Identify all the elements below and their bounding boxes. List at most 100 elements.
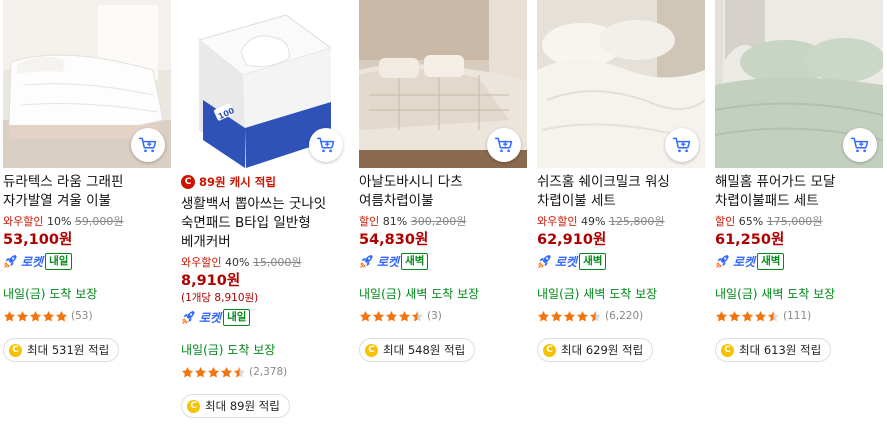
discount-label: 할인 — [715, 215, 736, 228]
cart-icon — [850, 135, 870, 155]
product-title[interactable]: 쉬즈홈 쉐이크밀크 워싱 차렵이불 세트 — [537, 173, 705, 211]
rocket-icon — [181, 309, 197, 325]
discount-row: 할인 81% 300,200원 — [359, 213, 527, 230]
rocket-delivery-badge: 로켓 새벽 — [359, 252, 429, 270]
discount-label: 와우할인 — [537, 215, 578, 228]
cash-icon: C — [181, 175, 195, 189]
reward-badge: C 최대 89원 적립 — [181, 394, 290, 418]
star-icon — [372, 310, 385, 323]
delivery-info: 내일(금) 새벽 도착 보장 — [537, 287, 658, 301]
rocket-delivery-badge: 로켓 새벽 — [537, 252, 607, 270]
star-icon — [563, 310, 576, 323]
unit-price: (1개당 8,910원) — [181, 292, 259, 304]
discount-percent: 49% — [580, 215, 606, 228]
rocket-sub-tag: 내일 — [223, 308, 251, 326]
discount-label: 와우할인 — [3, 215, 44, 228]
star-icon — [42, 310, 55, 323]
original-price: 300,200원 — [410, 215, 467, 228]
reward-badge: C 최대 548원 적립 — [359, 338, 476, 362]
discount-row: 와우할인 49% 125,800원 — [537, 213, 705, 230]
sale-price: 54,830원 — [359, 232, 429, 248]
rocket-label: 로켓 — [555, 254, 578, 269]
product-title[interactable]: 아날도바시니 다츠 여름차렵이불 — [359, 173, 527, 211]
discount-percent: 81% — [382, 215, 408, 228]
product-image-mint-bedding[interactable] — [715, 0, 883, 168]
product-card[interactable]: 쉬즈홈 쉐이크밀크 워싱 차렵이불 세트 와우할인 49% 125,800원 6… — [537, 0, 705, 362]
original-price: 125,800원 — [608, 215, 665, 228]
rocket-label: 로켓 — [21, 254, 44, 269]
rocket-label: 로켓 — [199, 310, 222, 325]
add-to-cart-button[interactable] — [843, 128, 877, 162]
rating: (3) — [359, 309, 527, 323]
original-price: 59,000원 — [74, 215, 124, 228]
product-card[interactable]: 해밀홈 퓨어가드 모달 차렵이불패드 세트 할인 65% 175,000원 61… — [715, 0, 883, 362]
coin-icon: C — [9, 343, 22, 357]
star-icon — [576, 310, 589, 323]
product-title[interactable]: 듀라텍스 라움 그래핀 자가발열 겨울 이불 — [3, 173, 171, 211]
discount-row: 와우할인 40% 15,000원 — [181, 254, 349, 271]
cart-icon — [672, 135, 692, 155]
product-image-bed-duvet[interactable] — [3, 0, 171, 168]
rocket-sub-tag: 새벽 — [579, 252, 607, 270]
star-icon — [754, 310, 767, 323]
product-card[interactable]: 듀라텍스 라움 그래핀 자가발열 겨울 이불 와우할인 10% 59,000원 … — [3, 0, 171, 362]
rocket-icon — [359, 253, 375, 269]
discount-label: 할인 — [359, 215, 380, 228]
reward-text: 최대 629원 적립 — [561, 343, 644, 357]
star-half-icon — [767, 310, 780, 323]
star-icon — [207, 366, 220, 379]
cart-icon — [494, 135, 514, 155]
rocket-icon — [3, 253, 19, 269]
rocket-icon — [715, 253, 731, 269]
star-icon — [359, 310, 372, 323]
cart-icon — [316, 135, 336, 155]
rocket-delivery-badge: 로켓 새벽 — [715, 252, 785, 270]
rating: (2,378) — [181, 365, 349, 379]
product-card[interactable]: 100 C 89원 캐시 적립 생활백서 뽑아쓰는 굿나잇 숙면패드 B타입 일… — [181, 0, 349, 418]
product-image-duvet-set[interactable] — [537, 0, 705, 168]
discount-row: 와우할인 10% 59,000원 — [3, 213, 171, 230]
reward-badge: C 최대 629원 적립 — [537, 338, 654, 362]
add-to-cart-button[interactable] — [487, 128, 521, 162]
star-icon — [537, 310, 550, 323]
delivery-info: 내일(금) 새벽 도착 보장 — [359, 287, 480, 301]
rocket-sub-tag: 새벽 — [757, 252, 785, 270]
reward-text: 최대 89원 적립 — [205, 399, 280, 413]
star-icon — [16, 310, 29, 323]
rocket-sub-tag: 새벽 — [401, 252, 429, 270]
star-half-icon — [233, 366, 246, 379]
star-icon — [728, 310, 741, 323]
rocket-label: 로켓 — [733, 254, 756, 269]
coin-icon: C — [187, 399, 200, 413]
add-to-cart-button[interactable] — [309, 128, 343, 162]
rating: (111) — [715, 309, 883, 323]
add-to-cart-button[interactable] — [131, 128, 165, 162]
rocket-sub-tag: 내일 — [45, 252, 73, 270]
coin-icon: C — [365, 343, 378, 357]
product-card[interactable]: 아날도바시니 다츠 여름차렵이불 할인 81% 300,200원 54,830원… — [359, 0, 527, 362]
rocket-delivery-badge: 로켓 내일 — [3, 252, 73, 270]
rocket-icon — [537, 253, 553, 269]
product-grid: 듀라텍스 라움 그래핀 자가발열 겨울 이불 와우할인 10% 59,000원 … — [0, 0, 887, 430]
discount-percent: 10% — [46, 215, 72, 228]
reward-badge: C 최대 531원 적립 — [3, 338, 120, 362]
reward-text: 최대 531원 적립 — [27, 343, 110, 357]
star-icon — [181, 366, 194, 379]
product-image-tissue-box[interactable]: 100 — [181, 0, 349, 168]
star-icon — [715, 310, 728, 323]
star-icon — [194, 366, 207, 379]
add-to-cart-button[interactable] — [665, 128, 699, 162]
star-icon — [550, 310, 563, 323]
product-image-bedding[interactable] — [359, 0, 527, 168]
product-title[interactable]: 생활백서 뽑아쓰는 굿나잇 숙면패드 B타입 일반형 베개커버 — [181, 195, 349, 252]
delivery-info: 내일(금) 도착 보장 — [3, 287, 98, 301]
discount-label: 와우할인 — [181, 256, 222, 269]
sale-price: 62,910원 — [537, 232, 607, 248]
product-title[interactable]: 해밀홈 퓨어가드 모달 차렵이불패드 세트 — [715, 173, 883, 211]
star-icon — [398, 310, 411, 323]
sale-price: 61,250원 — [715, 232, 785, 248]
rating: (53) — [3, 309, 171, 323]
star-icon — [55, 310, 68, 323]
coin-icon: C — [721, 343, 734, 357]
star-half-icon — [411, 310, 424, 323]
